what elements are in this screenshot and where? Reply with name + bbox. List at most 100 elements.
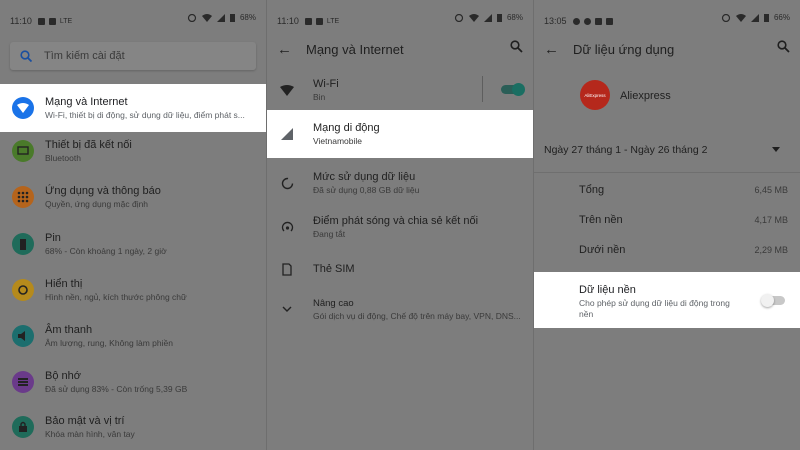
notification-icon: [48, 17, 56, 25]
usage-value: 6,45 MB: [754, 185, 788, 195]
notification-icon: [315, 17, 323, 25]
notification-icon: [605, 17, 613, 25]
usage-value: 2,29 MB: [754, 245, 788, 255]
usage-label: Tổng: [579, 184, 605, 196]
dropdown-arrow-icon: [772, 147, 780, 152]
date-range-dropdown[interactable]: Ngày 27 tháng 1 - Ngày 26 tháng 2: [534, 138, 800, 162]
battery-percent: 68%: [239, 13, 256, 22]
divider: [482, 76, 483, 102]
row-title: Thẻ SIM: [313, 263, 355, 275]
storage-icon: [12, 371, 34, 393]
item-title: Hiển thị: [45, 278, 83, 290]
signal-status-icon: [483, 13, 492, 22]
row-title: Wi-Fi: [313, 78, 339, 90]
row-subtitle: Đang tắt: [313, 229, 346, 239]
status-time: 11:10: [10, 16, 32, 26]
lock-icon: [12, 416, 34, 438]
usage-label: Dưới nền: [579, 244, 626, 256]
row-title: Điểm phát sóng và chia sẻ kết nối: [313, 215, 479, 227]
page-title: Dữ liệu ứng dụng: [573, 41, 675, 57]
hotspot-icon: [277, 221, 297, 234]
data-usage-icon: [277, 177, 297, 190]
chevron-down-icon: [277, 306, 297, 313]
row-title: Nâng cao: [313, 297, 354, 309]
battery-status-icon: [496, 14, 502, 22]
app-bar: ← Mạng và Internet: [267, 38, 533, 60]
wifi-status-icon: [468, 13, 479, 22]
item-subtitle: Quyền, ứng dụng mặc định: [45, 199, 149, 209]
settings-item-display[interactable]: Hiển thị Hình nền, ngủ, kích thước phông …: [0, 273, 266, 307]
usage-label: Trên nền: [579, 214, 623, 226]
hotspot-row[interactable]: Điểm phát sóng và chia sẻ kết nối Đang tắ…: [267, 210, 533, 244]
notification-icon: [304, 17, 312, 25]
settings-item-battery[interactable]: Pin 68% - Còn khoảng 1 ngày, 2 giờ: [0, 227, 266, 261]
row-subtitle: Bin: [313, 92, 326, 102]
usage-total-row: Tổng 6,45 MB: [534, 175, 800, 205]
background-data-row[interactable]: Dữ liệu nền Cho phép sử dụng dữ liệu di …: [534, 272, 800, 328]
signal-icon: [277, 128, 297, 140]
settings-item-apps[interactable]: Ứng dụng và thông báo Quyền, ứng dụng mặc…: [0, 180, 266, 214]
sim-card-row[interactable]: Thẻ SIM: [267, 255, 533, 283]
notification-icon: [583, 17, 591, 25]
app-data-panel: 13:05 66% ← Dữ liệu ứng dụng AliExpress …: [534, 0, 800, 450]
settings-item-devices[interactable]: Thiết bị đã kết nối Bluetooth: [0, 134, 266, 168]
item-title: Bộ nhớ: [45, 370, 81, 382]
back-arrow-icon[interactable]: ←: [277, 41, 292, 58]
wifi-status-icon: [201, 13, 212, 22]
item-title: Pin: [45, 232, 61, 244]
battery-status-icon: [763, 14, 769, 22]
volume-icon: [12, 325, 34, 347]
battery-percent: 68%: [506, 13, 523, 22]
status-time: 11:10: [277, 16, 299, 26]
settings-item-storage[interactable]: Bộ nhớ Đã sử dụng 83% - Còn trống 5,39 GB: [0, 365, 266, 399]
status-bar: 11:10 LTE 68%: [0, 0, 266, 42]
item-subtitle: 68% - Còn khoảng 1 ngày, 2 giờ: [45, 246, 167, 256]
apps-icon: [12, 186, 34, 208]
search-input[interactable]: Tìm kiếm cài đặt: [10, 42, 256, 70]
item-subtitle: Wi-Fi, thiết bị di động, sử dụng dữ liệu…: [45, 110, 245, 120]
devices-icon: [12, 140, 34, 162]
row-subtitle: Vietnamobile: [313, 136, 362, 146]
alarm-icon: [454, 13, 464, 22]
usage-background-row: Dưới nền 2,29 MB: [534, 235, 800, 265]
search-icon[interactable]: [777, 40, 790, 53]
alarm-icon: [721, 13, 731, 22]
page-title: Mạng và Internet: [306, 41, 404, 57]
network-type: LTE: [59, 17, 73, 25]
network-type: LTE: [326, 17, 340, 25]
search-icon: [20, 50, 32, 62]
alarm-icon: [187, 13, 197, 22]
mobile-network-row[interactable]: Mạng di động Vietnamobile: [267, 110, 533, 158]
wifi-status-icon: [735, 13, 746, 22]
notification-icon: [594, 17, 602, 25]
signal-status-icon: [216, 13, 225, 22]
brightness-icon: [12, 279, 34, 301]
settings-item-security[interactable]: Bảo mật và vị trí Khóa màn hình, vân tay: [0, 410, 266, 444]
wifi-icon: [277, 84, 297, 96]
search-icon[interactable]: [510, 40, 523, 53]
row-title: Mức sử dụng dữ liệu: [313, 171, 416, 183]
wifi-row[interactable]: Wi-Fi Bin: [267, 72, 533, 108]
row-subtitle: Đã sử dụng 0,88 GB dữ liệu: [313, 185, 420, 195]
item-title: Ứng dụng và thông báo: [45, 185, 161, 197]
item-subtitle: Bluetooth: [45, 153, 81, 163]
item-title: Mạng và Internet: [45, 96, 128, 108]
data-usage-row[interactable]: Mức sử dụng dữ liệu Đã sử dụng 0,88 GB dữ…: [267, 166, 533, 200]
status-time: 13:05: [544, 16, 567, 26]
item-title: Bảo mật và vị trí: [45, 415, 125, 427]
network-panel: 11:10 LTE 68% ← Mạng và Internet Wi-Fi Bi…: [267, 0, 533, 450]
settings-panel: 11:10 LTE 68% Tìm kiếm cài đặt Mạng và I…: [0, 0, 266, 450]
app-name: Aliexpress: [620, 90, 671, 102]
settings-item-sound[interactable]: Âm thanh Âm lượng, rung, Không làm phiền: [0, 319, 266, 353]
item-subtitle: Khóa màn hình, vân tay: [45, 429, 135, 439]
app-logo: AliExpress: [580, 80, 610, 110]
battery-percent: 66%: [773, 13, 790, 22]
notification-icon: [572, 17, 580, 25]
settings-item-network[interactable]: Mạng và Internet Wi-Fi, thiết bị di động,…: [0, 84, 266, 132]
item-title: Âm thanh: [45, 324, 93, 336]
advanced-row[interactable]: Nâng cao Gói dịch vụ di động, Chế độ trên…: [267, 292, 533, 326]
back-arrow-icon[interactable]: ←: [544, 41, 559, 58]
item-subtitle: Âm lượng, rung, Không làm phiền: [45, 338, 173, 348]
status-bar: 11:10 LTE 68%: [267, 0, 533, 42]
notification-icon: [37, 17, 45, 25]
